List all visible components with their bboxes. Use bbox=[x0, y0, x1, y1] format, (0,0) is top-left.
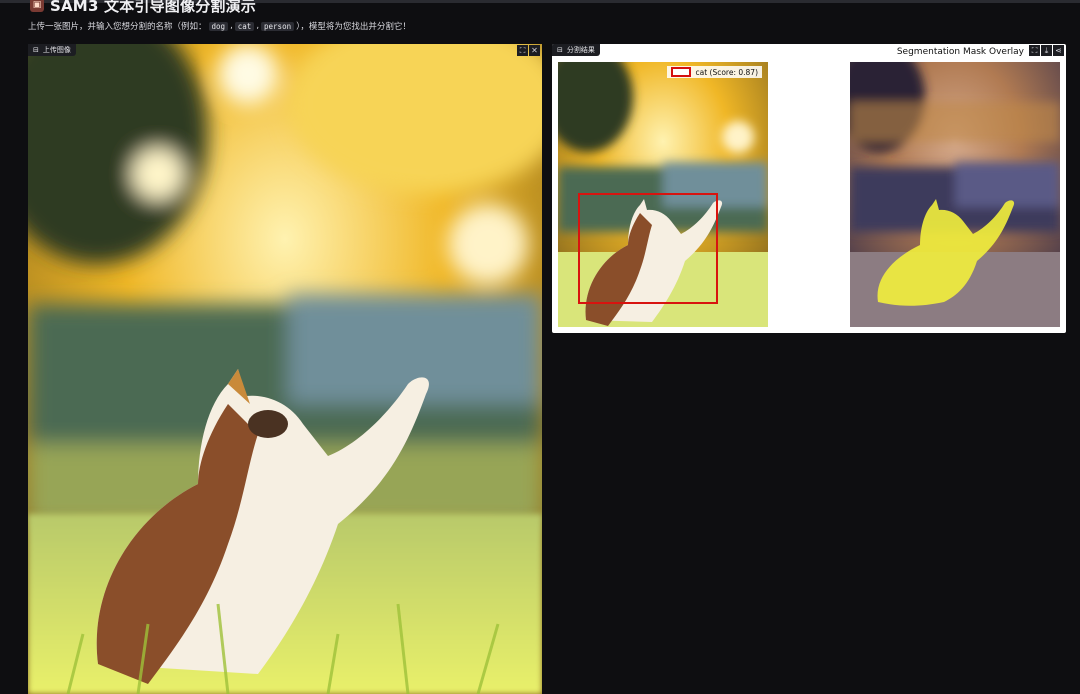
overlay-title: Segmentation Mask Overlay bbox=[896, 47, 1024, 57]
detection-image: cat (Score: 0.87) bbox=[558, 62, 768, 327]
result-label: ⊟ 分割结果 bbox=[552, 44, 600, 56]
mask-overlay-photo bbox=[850, 62, 1060, 327]
upload-image-panel[interactable]: ⊟ 上传图像 ⛶ ✕ bbox=[28, 44, 542, 694]
page-description: 上传一张图片，并输入您想分割的名称（例如： dog , cat , person… bbox=[28, 20, 411, 32]
result-label-text: 分割结果 bbox=[566, 46, 595, 54]
mask-overlay-image bbox=[850, 62, 1060, 327]
close-icon[interactable]: ✕ bbox=[529, 45, 540, 56]
image-icon: ⊟ bbox=[557, 46, 563, 54]
detection-legend: cat (Score: 0.87) bbox=[667, 66, 762, 78]
fullscreen-icon[interactable]: ⛶ bbox=[517, 45, 528, 56]
fullscreen-icon[interactable]: ⛶ bbox=[1029, 45, 1040, 56]
example-cat: cat bbox=[234, 21, 255, 31]
page-header: ▣ SAM3 文本引导图像分割演示 bbox=[30, 0, 256, 16]
legend-text: cat (Score: 0.87) bbox=[695, 67, 758, 77]
app-logo-icon: ▣ bbox=[30, 0, 44, 12]
example-dog: dog bbox=[208, 21, 229, 31]
detection-bounding-box bbox=[578, 193, 718, 304]
description-prefix: 上传一张图片，并输入您想分割的名称（例如： bbox=[28, 22, 207, 32]
upload-label-text: 上传图像 bbox=[42, 46, 71, 54]
upload-label: ⊟ 上传图像 bbox=[28, 44, 76, 56]
example-person: person bbox=[261, 21, 295, 31]
segmentation-result-panel: ⊟ 分割结果 Segmentation Mask Overlay ⛶ ⤓ ⋖ c… bbox=[552, 44, 1066, 333]
example-separator: , bbox=[230, 21, 233, 31]
image-icon: ⊟ bbox=[33, 46, 39, 54]
share-icon[interactable]: ⋖ bbox=[1053, 45, 1064, 56]
uploaded-cat-photo bbox=[28, 44, 542, 694]
legend-swatch bbox=[671, 67, 692, 77]
page-title: SAM3 文本引导图像分割演示 bbox=[50, 0, 256, 15]
download-icon[interactable]: ⤓ bbox=[1041, 45, 1052, 56]
example-separator: , bbox=[256, 21, 260, 31]
description-suffix: ），模型将为您找出并分割它！ bbox=[296, 22, 411, 32]
